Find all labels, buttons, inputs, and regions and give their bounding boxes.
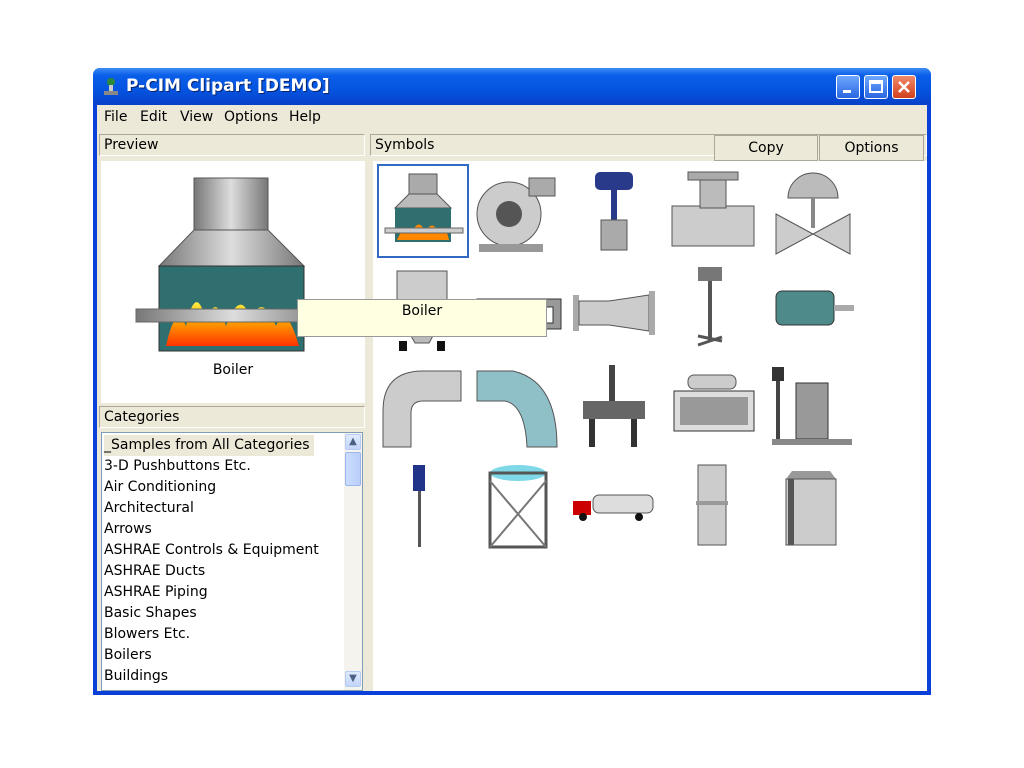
symbol-tank-scale[interactable] [768, 361, 858, 451]
symbol-motor[interactable] [768, 261, 858, 351]
symbol-water-tower[interactable] [473, 461, 563, 551]
symbols-grid [373, 161, 927, 691]
minimize-icon [843, 90, 851, 93]
symbol-air-conditioner[interactable] [668, 361, 758, 451]
category-item[interactable]: 3-D Pushbuttons Etc. [104, 456, 251, 477]
symbol-tanker-truck[interactable] [569, 461, 659, 551]
category-item[interactable]: Air Conditioning [104, 477, 216, 498]
scroll-up-button[interactable]: ▲ [345, 434, 361, 450]
probe-icon [413, 465, 425, 547]
minimize-button[interactable] [836, 75, 860, 99]
menu-file[interactable]: File [104, 109, 127, 125]
symbol-boiler[interactable] [377, 164, 469, 258]
symbol-control-valve[interactable] [569, 166, 659, 256]
duct-elbow-icon [476, 370, 558, 448]
symbol-pipe-elbow[interactable] [377, 361, 467, 451]
symbol-tooltip: Boiler [297, 299, 547, 337]
preview-header: Preview [99, 134, 365, 156]
options-button[interactable]: Options [819, 135, 924, 161]
symbol-duct[interactable] [668, 461, 758, 551]
category-item[interactable]: ASHRAE Ducts [104, 561, 205, 582]
menu-help[interactable]: Help [289, 109, 321, 125]
silo-icon [785, 471, 837, 546]
pipe-elbow-icon [382, 370, 462, 448]
menu-edit[interactable]: Edit [140, 109, 167, 125]
category-item[interactable]: Blowers Etc. [104, 624, 190, 645]
maximize-icon [869, 80, 883, 93]
reducer-icon [573, 291, 655, 335]
app-window: P-CIM Clipart [DEMO] File Edit View Opti… [93, 68, 931, 695]
title-bar[interactable]: P-CIM Clipart [DEMO] [93, 68, 931, 105]
tanker-truck-icon [573, 494, 654, 521]
preview-label: Boiler [212, 362, 254, 378]
pipe-tee-icon [671, 171, 755, 247]
app-icon [104, 78, 118, 95]
preview-panel: Boiler [101, 161, 365, 403]
category-item[interactable]: Basic Shapes [104, 603, 197, 624]
air-conditioner-icon [673, 374, 755, 432]
oil-platform-icon [583, 365, 645, 447]
category-item[interactable]: _Samples from All Categories [104, 435, 314, 456]
category-item[interactable]: Architectural [104, 498, 194, 519]
categories-scrollbar[interactable]: ▲ ▼ [344, 433, 362, 690]
category-item[interactable]: Arrows [104, 519, 152, 540]
symbol-reducer[interactable] [569, 261, 659, 351]
category-item[interactable]: ASHRAE Piping [104, 582, 208, 603]
maximize-button[interactable] [864, 75, 888, 99]
category-item[interactable]: ASHRAE Controls & Equipment [104, 540, 319, 561]
category-item[interactable]: Boilers [104, 645, 152, 666]
scroll-down-button[interactable]: ▼ [345, 671, 361, 687]
categories-header: Categories [99, 406, 365, 428]
symbol-duct-elbow[interactable] [473, 361, 563, 451]
categories-list[interactable]: _Samples from All Categories 3-D Pushbut… [101, 432, 363, 691]
tank-scale-icon [772, 367, 852, 445]
window-title: P-CIM Clipart [DEMO] [126, 76, 330, 96]
water-tower-icon [488, 465, 548, 549]
menu-view[interactable]: View [180, 109, 213, 125]
symbol-valve[interactable] [768, 166, 858, 256]
chevron-down-icon: ▼ [349, 673, 357, 684]
chevron-up-icon: ▲ [349, 436, 357, 447]
symbol-blower[interactable] [473, 166, 563, 256]
mixer-icon [697, 267, 723, 347]
valve-icon [775, 172, 851, 255]
close-icon [898, 81, 910, 93]
symbol-silo[interactable] [768, 461, 858, 551]
symbol-pipe-tee[interactable] [668, 166, 758, 256]
category-item[interactable]: Buildings [104, 666, 168, 687]
menu-bar: File Edit View Options Help [97, 105, 927, 131]
blower-icon [476, 177, 556, 252]
copy-button[interactable]: Copy [714, 135, 818, 161]
scroll-thumb[interactable] [345, 452, 361, 486]
menu-options[interactable]: Options [224, 109, 278, 125]
motor-icon [775, 290, 854, 326]
client-area: File Edit View Options Help Preview Boil… [97, 105, 927, 691]
symbol-probe[interactable] [377, 461, 467, 551]
boiler-icon [384, 173, 464, 242]
close-button[interactable] [892, 75, 916, 99]
control-valve-icon [595, 172, 633, 251]
symbol-oil-platform[interactable] [569, 361, 659, 451]
duct-icon [696, 464, 728, 546]
symbol-mixer[interactable] [668, 261, 758, 351]
